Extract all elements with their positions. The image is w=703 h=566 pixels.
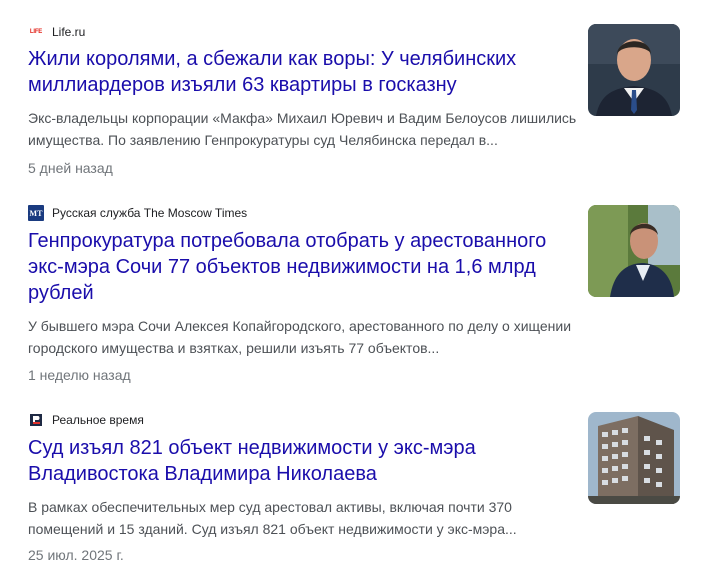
source-name: Life.ru — [52, 25, 86, 39]
news-snippet: Экс-владельцы корпорации «Макфа» Михаил … — [28, 110, 577, 148]
news-source[interactable]: LIFE Life.ru — [28, 22, 85, 42]
news-date: 5 дней назад — [28, 160, 113, 176]
news-title-link[interactable]: Суд изъял 821 объект недвижимости у экс-… — [28, 435, 573, 487]
realnoe-vremya-logo-icon — [28, 412, 44, 428]
news-thumbnail[interactable] — [588, 205, 680, 297]
news-thumbnail[interactable] — [588, 24, 680, 116]
source-name: Русская служба The Moscow Times — [52, 206, 248, 220]
news-source[interactable]: MT Русская служба The Moscow Times — [28, 203, 247, 223]
news-snippet: У бывшего мэра Сочи Алексея Копайгородск… — [28, 318, 572, 356]
news-title-link[interactable]: Жили королями, а сбежали как воры: У чел… — [28, 46, 573, 98]
source-name: Реальное время — [52, 413, 144, 427]
news-snippet: В рамках обеспечительных мер суд арестов… — [28, 499, 517, 537]
news-date: 25 июл. 2025 г. — [28, 547, 124, 563]
news-title-link[interactable]: Генпрокуратура потребовала отобрать у ар… — [28, 228, 573, 306]
news-date: 1 неделю назад — [28, 367, 131, 383]
news-source[interactable]: Реальное время — [28, 410, 144, 430]
news-thumbnail[interactable] — [588, 412, 680, 504]
moscow-times-logo-icon: MT — [28, 205, 44, 221]
life-logo-icon: LIFE — [29, 29, 43, 35]
